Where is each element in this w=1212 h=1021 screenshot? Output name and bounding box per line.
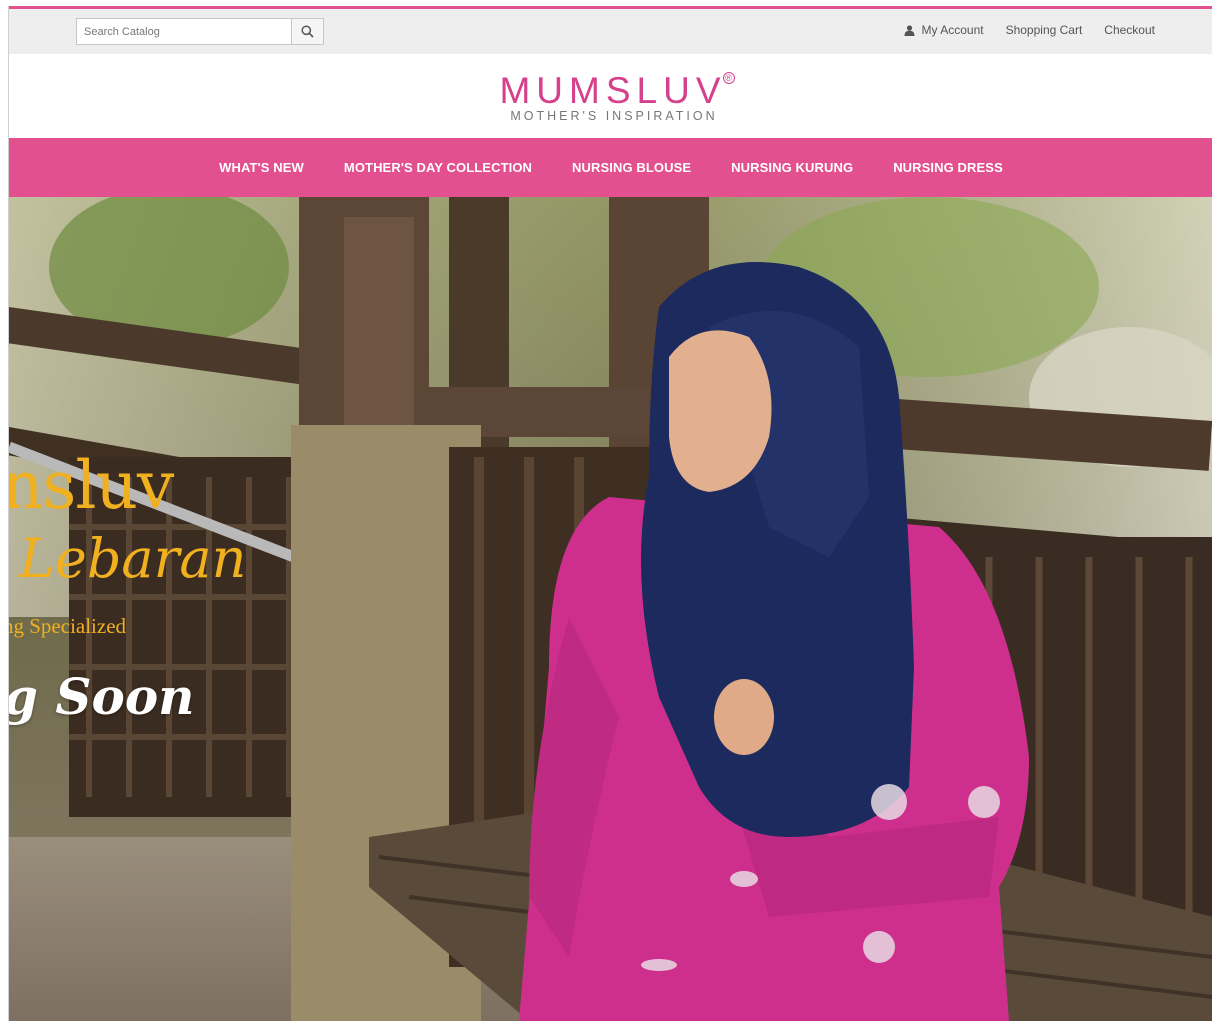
top-bar: My Account Shopping Cart Checkout xyxy=(9,9,1212,54)
checkout-label: Checkout xyxy=(1104,23,1155,37)
shopping-cart-link[interactable]: Shopping Cart xyxy=(1006,23,1083,37)
main-nav: WHAT'S NEW MOTHER'S DAY COLLECTION NURSI… xyxy=(9,138,1212,197)
logo-link[interactable]: MUMSLUV ® MOTHER'S INSPIRATION xyxy=(9,72,1212,123)
registered-mark: ® xyxy=(722,72,735,84)
logo-tagline: MOTHER'S INSPIRATION xyxy=(510,109,718,123)
shopping-cart-label: Shopping Cart xyxy=(1005,23,1083,37)
nav-nursing-blouse[interactable]: NURSING BLOUSE xyxy=(552,160,711,175)
hero-coming-soon: g Soon xyxy=(9,667,195,726)
my-account-link[interactable]: My Account xyxy=(904,23,984,37)
logo-wordmark: MUMSLUV ® xyxy=(495,72,735,109)
page: My Account Shopping Cart Checkout MUMSLU… xyxy=(8,6,1212,1021)
nav-nursing-kurung[interactable]: NURSING KURUNG xyxy=(711,160,873,175)
nav-nursing-dress[interactable]: NURSING DRESS xyxy=(873,160,1023,175)
search-button[interactable] xyxy=(291,19,323,44)
hero-subtitle: ng Specialized xyxy=(9,614,127,638)
nav-whats-new[interactable]: WHAT'S NEW xyxy=(199,160,324,175)
hero-title-line2: Lebaran xyxy=(19,527,247,590)
search-box xyxy=(76,18,324,45)
search-icon xyxy=(301,25,314,38)
nav-mothers-day-collection[interactable]: MOTHER'S DAY COLLECTION xyxy=(324,160,552,175)
hero-text: nsluv Lebaran ng Specialized g Soon xyxy=(9,197,1212,1021)
account-links: My Account Shopping Cart Checkout xyxy=(904,23,1155,37)
my-account-label: My Account xyxy=(921,23,984,37)
search-input[interactable] xyxy=(77,19,293,44)
person-icon xyxy=(904,24,915,36)
hero-banner[interactable]: nsluv Lebaran ng Specialized g Soon xyxy=(9,197,1212,1021)
logo-main-text: MUMSLUV xyxy=(499,70,727,111)
hero-title-line1: nsluv xyxy=(9,447,174,524)
checkout-link[interactable]: Checkout xyxy=(1104,23,1155,37)
header-logo-area: MUMSLUV ® MOTHER'S INSPIRATION xyxy=(9,54,1212,138)
